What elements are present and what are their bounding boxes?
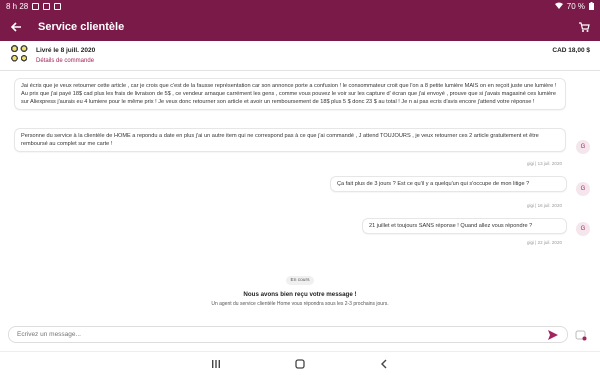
recents-icon[interactable] — [209, 357, 223, 371]
attach-icon[interactable] — [574, 328, 588, 342]
message-text: Ça fait plus de 3 jours ? Est ce qu'il y… — [337, 181, 530, 187]
message-timestamp: gigi | 22 juil. 2020 — [527, 240, 562, 245]
system-status-bar: 8 h 28 70 % — [0, 0, 600, 13]
ticket-status: En cours Nous avons bien reçu votre mess… — [0, 268, 600, 307]
message-bubble: Personne du service à la clientèle de HO… — [14, 128, 566, 152]
delivery-date: Livré le 8 juill. 2020 — [36, 47, 96, 54]
app-bar: Service clientèle — [0, 13, 600, 41]
home-icon[interactable] — [293, 357, 307, 371]
message-text: Personne du service à la clientèle de HO… — [21, 133, 539, 147]
battery-icon — [589, 1, 594, 12]
product-thumbnail — [10, 45, 28, 63]
order-summary: Livré le 8 juill. 2020 Détails de comman… — [0, 41, 600, 71]
avatar: G — [576, 140, 590, 154]
notification-icon — [32, 3, 40, 10]
notification-icon-3 — [54, 3, 62, 10]
order-price: CAD 18,00 $ — [552, 47, 590, 54]
page-title: Service clientèle — [38, 21, 125, 33]
back-arrow-icon[interactable] — [8, 19, 24, 35]
message-timestamp: gigi | 13 juil. 2020 — [527, 161, 562, 166]
status-badge: En cours — [285, 276, 315, 285]
status-time: 8 h 28 — [6, 2, 29, 11]
notification-icon-2 — [43, 3, 51, 10]
message-input[interactable] — [17, 331, 547, 338]
send-icon[interactable] — [547, 329, 559, 341]
avatar: G — [576, 182, 590, 196]
status-title: Nous avons bien reçu votre message ! — [243, 291, 357, 298]
wifi-icon — [554, 2, 563, 11]
system-nav-bar — [0, 351, 600, 375]
battery-level: 70 % — [566, 2, 585, 11]
message-bubble: Jai écris que je veux retourner cette ar… — [14, 78, 566, 110]
message-timestamp: gigi | 16 juil. 2020 — [527, 203, 562, 208]
order-details-link[interactable]: Détails de commande — [36, 58, 95, 64]
message-text: Jai écris que je veux retourner cette ar… — [21, 83, 557, 105]
cart-icon[interactable] — [576, 19, 592, 35]
message-bubble: 21 juillet et toujours SANS réponse ! Qu… — [362, 218, 567, 234]
message-bubble: Ça fait plus de 3 jours ? Est ce qu'il y… — [330, 176, 567, 192]
back-nav-icon[interactable] — [377, 357, 391, 371]
message-text: 21 juillet et toujours SANS réponse ! Qu… — [369, 223, 533, 229]
avatar: G — [576, 222, 590, 236]
message-composer — [8, 326, 568, 343]
status-subtitle: Un agent du service clientèle Home vous … — [211, 301, 389, 307]
